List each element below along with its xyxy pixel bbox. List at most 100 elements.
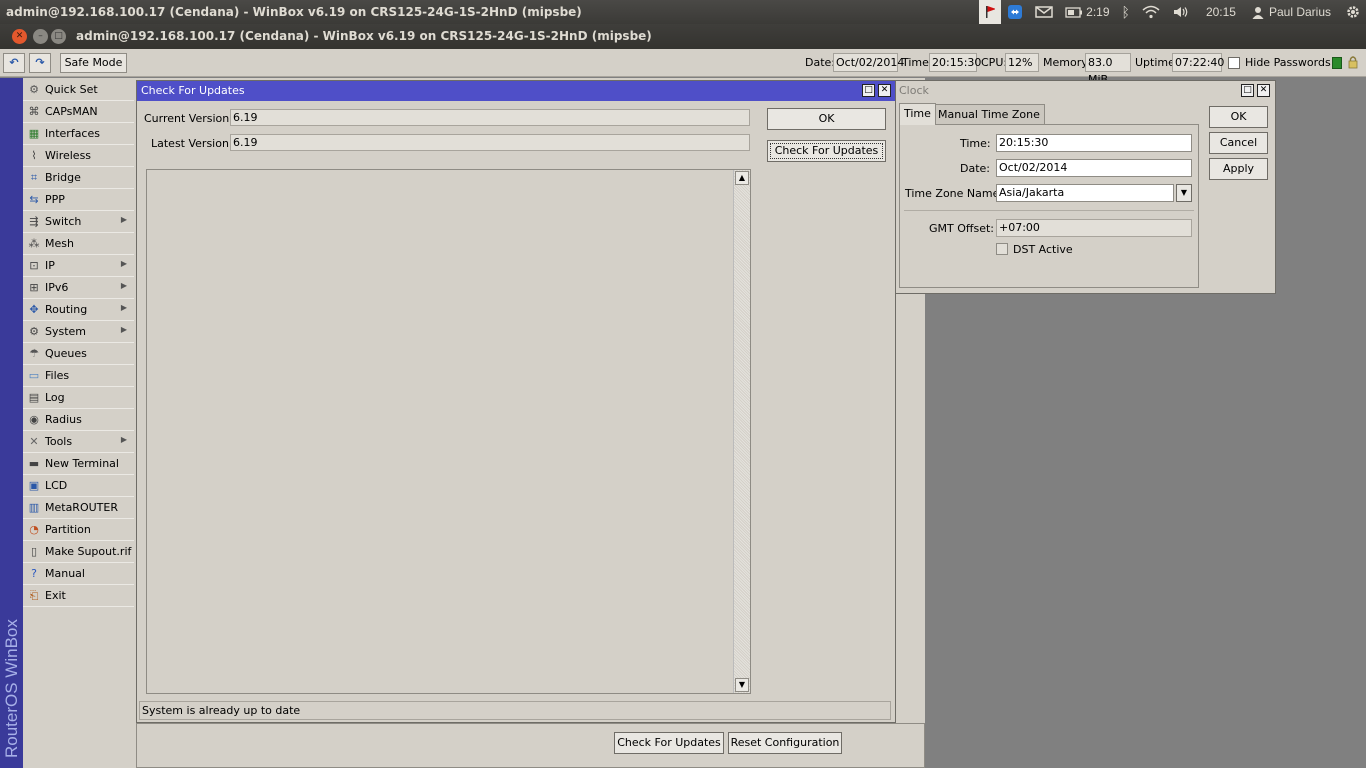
- redo-icon[interactable]: ↷: [29, 53, 51, 73]
- check-for-updates-button[interactable]: Check For Updates: [767, 140, 886, 162]
- memory-label: Memory:: [1043, 56, 1091, 69]
- sidebar-menu: ⚙ Quick Set ⌘ CAPsMAN ▦ Interfaces ⌇ Wireless ⌗ B…: [23, 78, 136, 768]
- clock-titlebar[interactable]: Clock □ ✕: [896, 81, 1275, 101]
- volume-icon[interactable]: [1166, 0, 1196, 24]
- sidebar-item-manual[interactable]: ? Manual: [23, 563, 134, 585]
- sidebar-item-switch[interactable]: ⇶ Switch ▶: [23, 211, 134, 233]
- manual-icon: ?: [31, 566, 37, 580]
- reset-configuration-button[interactable]: Reset Configuration: [728, 732, 842, 754]
- hide-passwords-checkbox[interactable]: [1228, 57, 1240, 69]
- mail-icon[interactable]: [1029, 0, 1059, 24]
- apply-button[interactable]: Apply: [1209, 158, 1268, 180]
- underlying-window-panel: Check For Updates Reset Configuration: [136, 723, 925, 768]
- dst-active-checkbox[interactable]: [996, 243, 1008, 255]
- tab-time[interactable]: Time: [899, 103, 936, 125]
- sidebar-item-metarouter[interactable]: ▥ MetaROUTER: [23, 497, 134, 519]
- flag-icon[interactable]: [979, 0, 1002, 24]
- wifi-icon[interactable]: [1136, 0, 1166, 24]
- sidebar-item-ip[interactable]: ⊡ IP ▶: [23, 255, 134, 277]
- sidebar-item-quick-set[interactable]: ⚙ Quick Set: [23, 79, 134, 101]
- scroll-down-icon[interactable]: ▼: [735, 678, 749, 692]
- time-zone-select[interactable]: Asia/Jakarta: [996, 184, 1174, 202]
- sidebar-item-label: Queues: [45, 347, 87, 360]
- maximize-icon[interactable]: □: [51, 29, 66, 44]
- sidebar-item-partition[interactable]: ◔ Partition: [23, 519, 134, 541]
- status-bar: System is already up to date: [139, 701, 891, 720]
- date-input[interactable]: Oct/02/2014: [996, 159, 1192, 177]
- user-name: Paul Darius: [1268, 5, 1331, 19]
- gear-icon[interactable]: [1337, 0, 1366, 24]
- sidebar-item-radius[interactable]: ◉ Radius: [23, 409, 134, 431]
- sidebar-item-label: IP: [45, 259, 55, 272]
- minimize-icon[interactable]: –: [33, 29, 48, 44]
- os-window-title: admin@192.168.100.17 (Cendana) - WinBox …: [6, 5, 582, 19]
- gmt-offset-label: GMT Offset:: [929, 222, 994, 235]
- maximize-icon[interactable]: □: [862, 84, 875, 97]
- dst-active-label: DST Active: [1013, 243, 1073, 256]
- check-updates-titlebar[interactable]: Check For Updates □ ✕: [137, 81, 895, 101]
- tab-manual-time-zone[interactable]: Manual Time Zone: [933, 104, 1045, 125]
- date-label: Date:: [960, 162, 990, 175]
- sidebar-item-ppp[interactable]: ⇆ PPP: [23, 189, 134, 211]
- wireless-icon: ⌇: [31, 148, 37, 162]
- cpu-label: CPU:: [981, 56, 1008, 69]
- undo-icon[interactable]: ↶: [3, 53, 25, 73]
- sidebar-item-ipv6[interactable]: ⊞ IPv6 ▶: [23, 277, 134, 299]
- sidebar-item-files[interactable]: ▭ Files: [23, 365, 134, 387]
- chevron-down-icon[interactable]: ▼: [1176, 184, 1192, 202]
- mesh-icon: ⁂: [28, 236, 40, 250]
- time-zone-label: Time Zone Name:: [905, 187, 1004, 200]
- supout-icon: ▯: [30, 544, 38, 558]
- partition-icon: ◔: [29, 522, 39, 536]
- bottom-check-for-updates-button[interactable]: Check For Updates: [614, 732, 724, 754]
- cancel-button[interactable]: Cancel: [1209, 132, 1268, 154]
- winbox-toolbar: ↶ ↷ Safe Mode Date: Oct/02/2014 Time: 20…: [0, 49, 1366, 86]
- bluetooth-icon[interactable]: ᛒ: [1116, 0, 1136, 24]
- scroll-up-icon[interactable]: ▲: [735, 171, 749, 185]
- sidebar-item-label: Log: [45, 391, 65, 404]
- status-led-icon: [1332, 57, 1342, 69]
- bridge-icon: ⌗: [30, 170, 38, 184]
- ok-button[interactable]: OK: [1209, 106, 1268, 128]
- close-icon[interactable]: ✕: [1257, 84, 1270, 97]
- cpu-value: 12%: [1005, 53, 1039, 72]
- teamviewer-icon[interactable]: [1001, 0, 1029, 24]
- battery-indicator[interactable]: 2:19: [1059, 0, 1115, 24]
- time-value: 20:15:30: [929, 53, 981, 72]
- sidebar-item-routing[interactable]: ✥ Routing ▶: [23, 299, 134, 321]
- latest-version-label: Latest Version:: [151, 137, 233, 150]
- sidebar-item-make-supout-rif[interactable]: ▯ Make Supout.rif: [23, 541, 134, 563]
- sidebar-item-mesh[interactable]: ⁂ Mesh: [23, 233, 134, 255]
- os-clock[interactable]: 20:15: [1196, 0, 1246, 24]
- close-icon[interactable]: ✕: [12, 29, 27, 44]
- changelog-area[interactable]: ▲ ▼: [146, 169, 751, 694]
- interfaces-icon: ▦: [28, 126, 40, 140]
- sidebar-item-queues[interactable]: ☂ Queues: [23, 343, 134, 365]
- sidebar-item-interfaces[interactable]: ▦ Interfaces: [23, 123, 134, 145]
- vertical-scrollbar[interactable]: ▲ ▼: [733, 170, 750, 693]
- sidebar-item-exit[interactable]: ⎗ Exit: [23, 585, 134, 607]
- sidebar-item-new-terminal[interactable]: ▬ New Terminal: [23, 453, 134, 475]
- sidebar-item-log[interactable]: ▤ Log: [23, 387, 134, 409]
- sidebar-item-label: LCD: [45, 479, 68, 492]
- sidebar-item-capsman[interactable]: ⌘ CAPsMAN: [23, 101, 134, 123]
- sidebar-item-lcd[interactable]: ▣ LCD: [23, 475, 134, 497]
- sidebar-item-wireless[interactable]: ⌇ Wireless: [23, 145, 134, 167]
- sidebar-item-bridge[interactable]: ⌗ Bridge: [23, 167, 134, 189]
- os-top-panel: admin@192.168.100.17 (Cendana) - WinBox …: [0, 0, 1366, 24]
- time-input[interactable]: 20:15:30: [996, 134, 1192, 152]
- sidebar-item-tools[interactable]: ✕ Tools ▶: [23, 431, 134, 453]
- sidebar-item-label: Files: [45, 369, 70, 382]
- user-menu[interactable]: Paul Darius: [1246, 0, 1337, 24]
- routing-icon: ✥: [29, 302, 39, 316]
- check-updates-title: Check For Updates: [141, 84, 245, 97]
- gmt-offset-field: +07:00: [996, 219, 1192, 237]
- current-version-field: 6.19: [230, 109, 750, 126]
- ok-button[interactable]: OK: [767, 108, 886, 130]
- files-icon: ▭: [28, 368, 40, 382]
- maximize-icon[interactable]: □: [1241, 84, 1254, 97]
- close-icon[interactable]: ✕: [878, 84, 891, 97]
- chevron-right-icon: ▶: [120, 281, 127, 290]
- safe-mode-button[interactable]: Safe Mode: [60, 53, 127, 73]
- sidebar-item-system[interactable]: ⚙ System ▶: [23, 321, 134, 343]
